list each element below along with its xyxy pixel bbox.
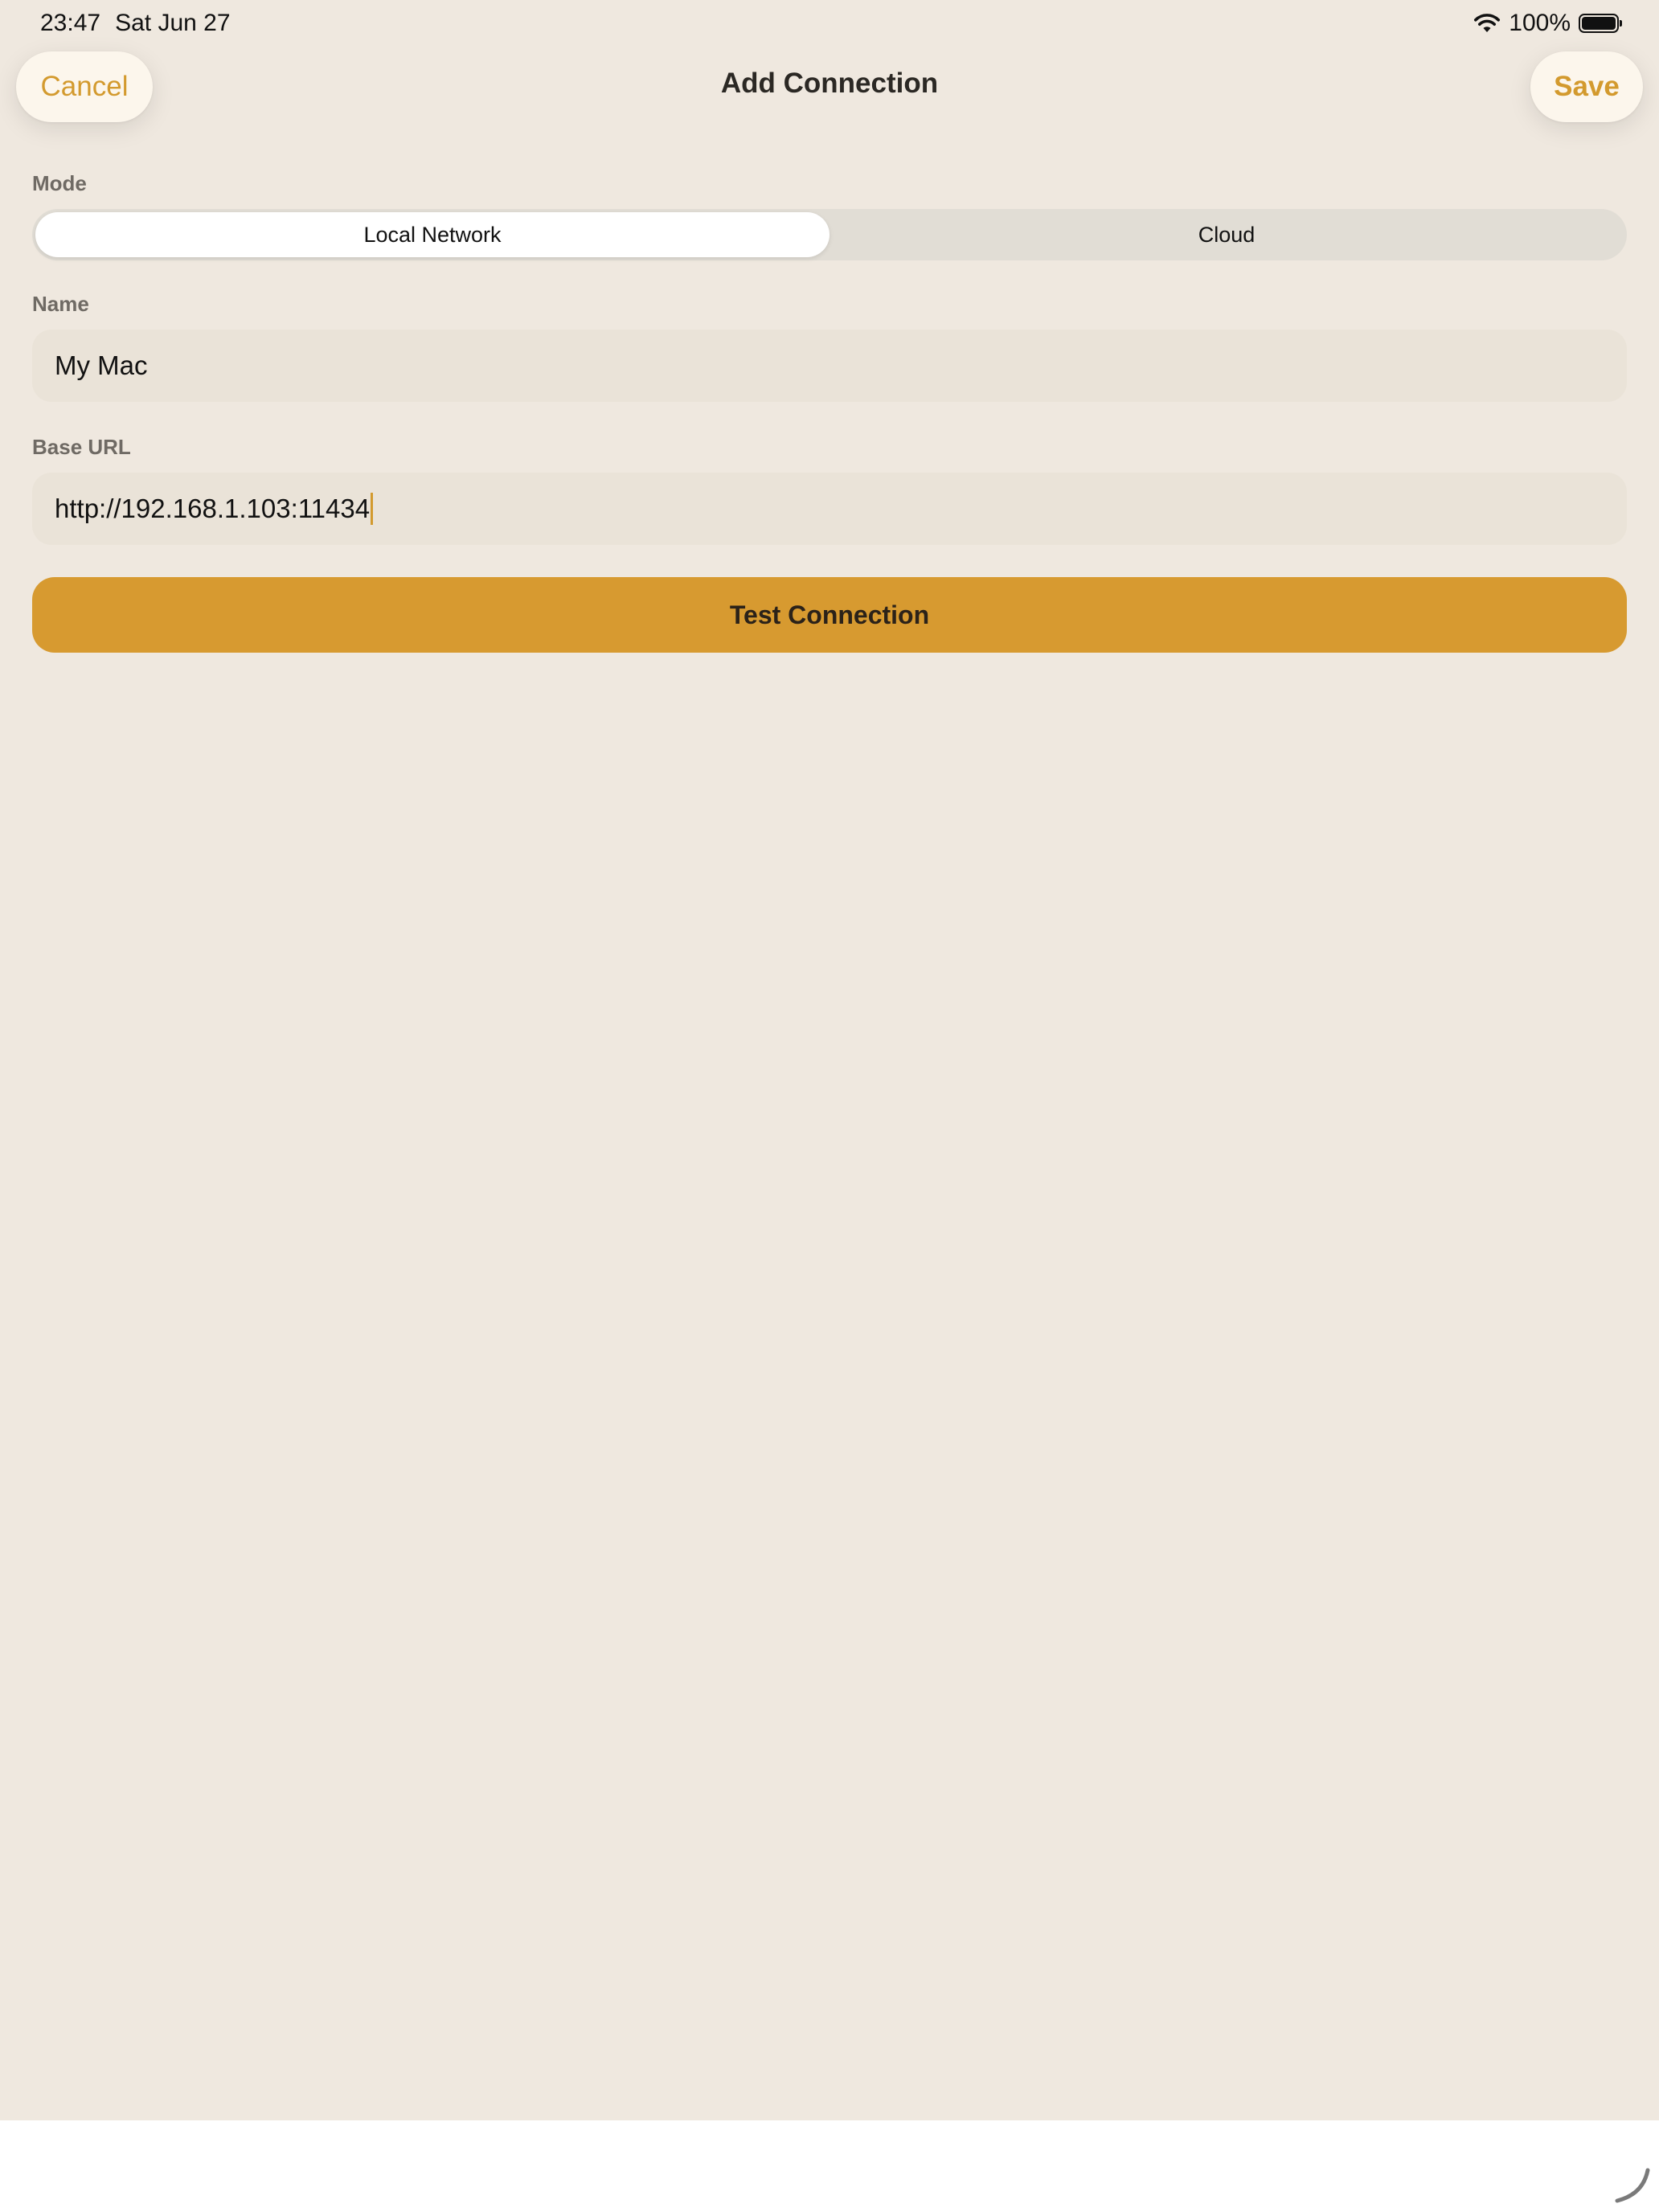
- mode-segmented-control: Local Network Cloud: [32, 209, 1627, 260]
- resize-handle-icon[interactable]: [1612, 2165, 1653, 2206]
- base-url-field[interactable]: http://192.168.1.103:11434: [32, 473, 1627, 545]
- segment-cloud[interactable]: Cloud: [830, 212, 1624, 257]
- bottom-area: [0, 2120, 1659, 2212]
- save-button[interactable]: Save: [1530, 51, 1643, 122]
- name-label: Name: [32, 292, 89, 316]
- base-url-value: http://192.168.1.103:11434: [55, 494, 371, 523]
- base-url-label: Base URL: [32, 435, 131, 459]
- mode-label: Mode: [32, 171, 87, 195]
- status-bar: 23:47 Sat Jun 27 100%: [0, 0, 1659, 51]
- status-indicators: 100%: [1473, 10, 1622, 37]
- page-title: Add Connection: [720, 68, 939, 99]
- segment-local-network[interactable]: Local Network: [35, 212, 830, 257]
- name-field[interactable]: My Mac: [32, 330, 1627, 402]
- name-field-value: My Mac: [55, 350, 148, 380]
- status-time: 23:47: [40, 10, 101, 36]
- status-time-date: 23:47 Sat Jun 27: [40, 10, 231, 37]
- wifi-icon: [1474, 14, 1501, 32]
- battery-percent: 100%: [1509, 10, 1571, 36]
- status-date: Sat Jun 27: [115, 10, 231, 36]
- text-cursor: [371, 493, 374, 525]
- test-connection-button[interactable]: Test Connection: [32, 577, 1627, 653]
- battery-icon: [1579, 14, 1622, 33]
